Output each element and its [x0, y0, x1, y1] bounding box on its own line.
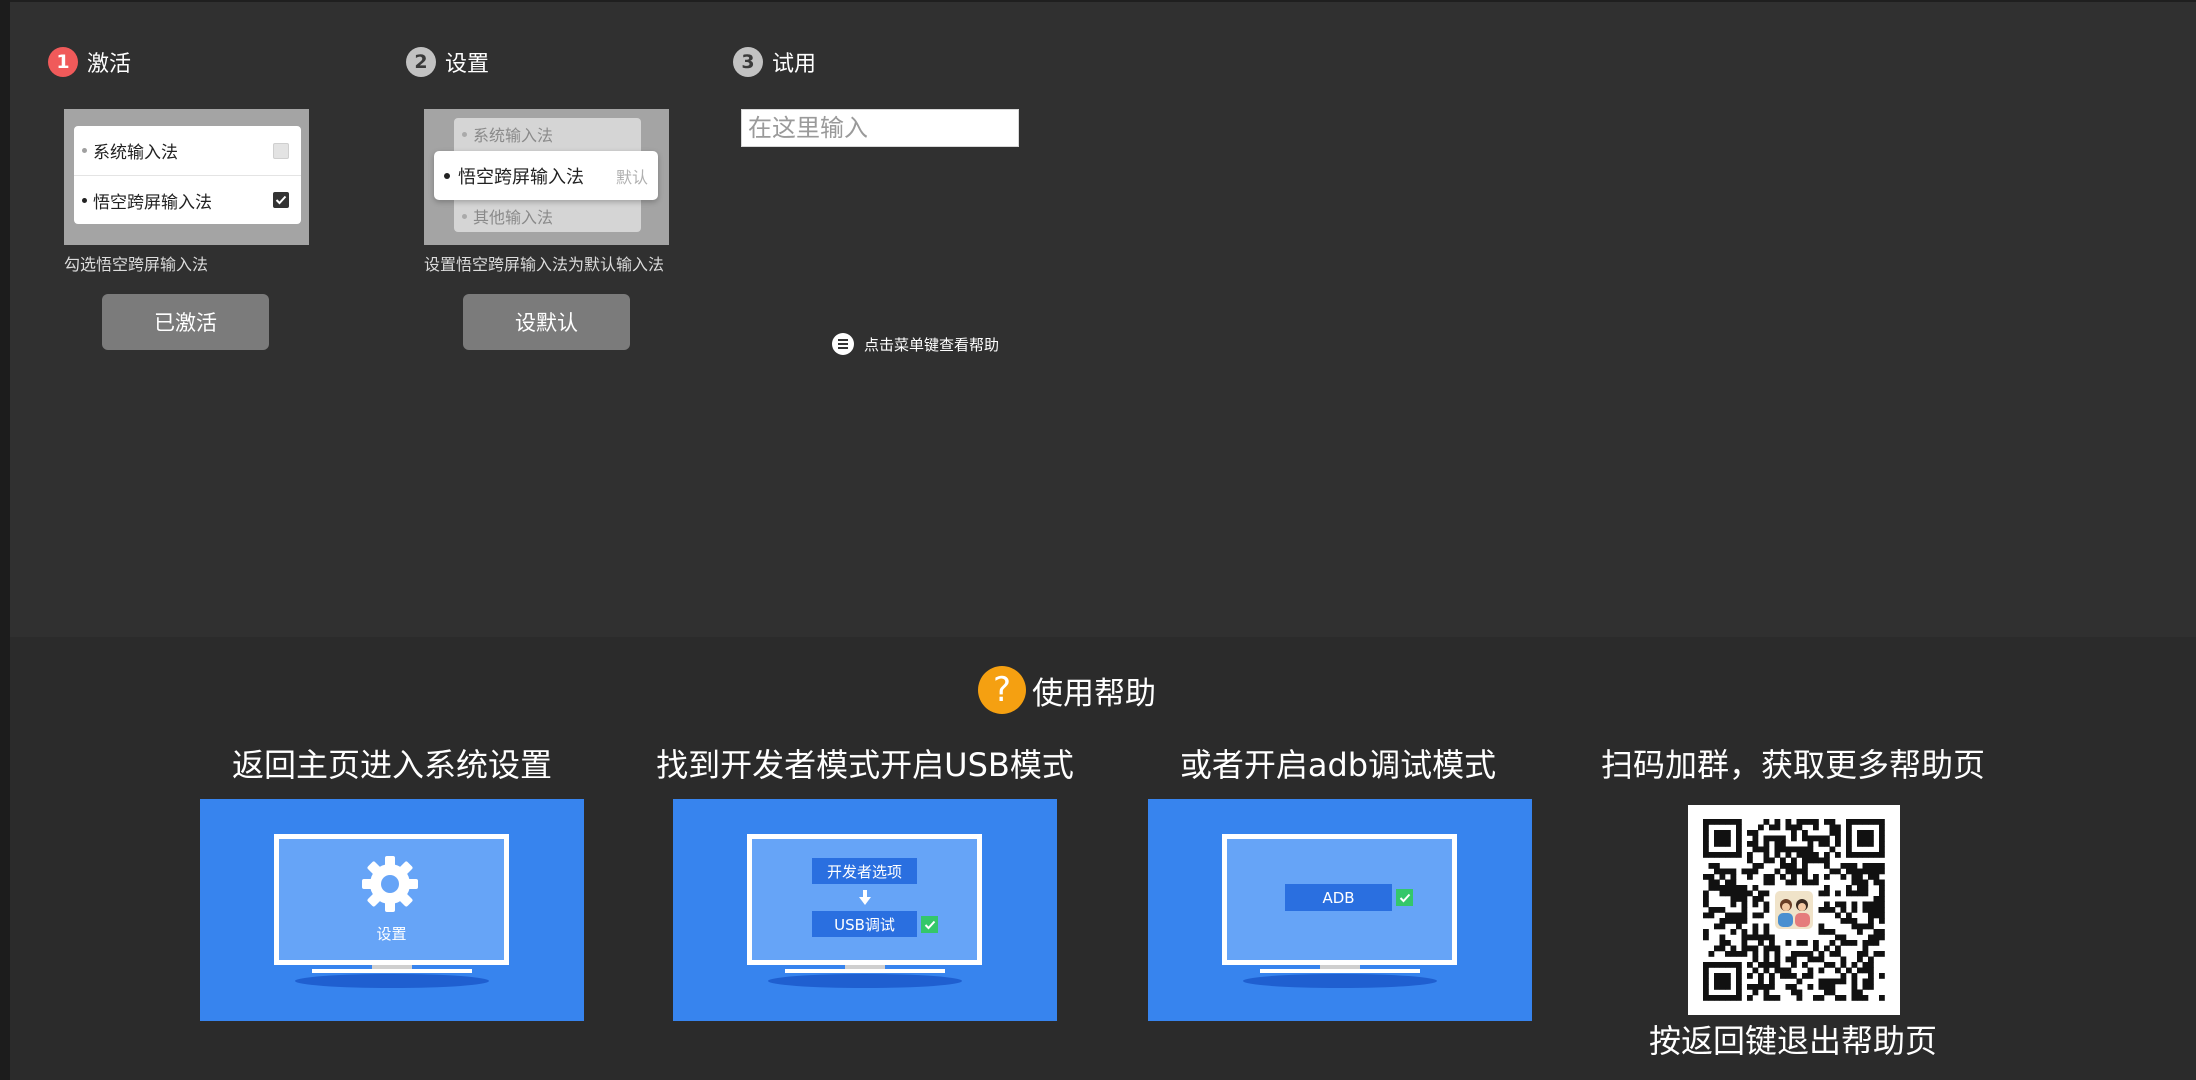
tv-shadow — [768, 974, 962, 988]
picker-item-label: 系统输入法 — [473, 126, 554, 145]
usb-debugging-box: USB调试 — [812, 911, 917, 937]
bullet-icon — [462, 131, 467, 137]
settings-illustration: 设置 — [200, 799, 584, 1021]
trial-input[interactable] — [741, 109, 1019, 147]
help-title: 使用帮助 — [1032, 675, 1156, 712]
step-2-caption: 设置悟空跨屏输入法为默认输入法 — [424, 255, 665, 274]
step-1-number-icon: 1 — [48, 47, 78, 77]
step-2-title: 设置 — [445, 52, 490, 77]
step-3-header: 3 试用 — [733, 47, 816, 77]
picker-selected-label: 悟空跨屏输入法 — [458, 166, 584, 188]
bullet-icon — [444, 172, 450, 179]
bullet-icon — [462, 213, 467, 219]
list-item-label: 系统输入法 — [93, 143, 178, 163]
bullet-icon — [82, 148, 87, 153]
adb-illustration: ADB — [1148, 799, 1532, 1021]
adb-box: ADB — [1285, 884, 1392, 911]
help-step-4-title: 扫码加群，获取更多帮助页 — [1600, 746, 1985, 784]
activated-button[interactable]: 已激活 — [102, 294, 269, 350]
help-step-3-title: 或者开启adb调试模式 — [1179, 746, 1497, 784]
developer-options-illustration: 开发者选项 USB调试 — [673, 799, 1057, 1021]
check-icon — [1396, 889, 1413, 906]
back-key-hint: 按返回键退出帮助页 — [1648, 1022, 1937, 1060]
menu-hint-text: 点击菜单键查看帮助 — [864, 335, 1000, 354]
qr-code — [1688, 805, 1900, 1015]
activate-preview-image: 系统输入法 悟空跨屏输入法 — [64, 109, 309, 245]
menu-icon — [832, 333, 854, 355]
picker-item: 系统输入法 — [462, 123, 553, 145]
gear-icon — [362, 856, 418, 912]
setup-area — [10, 0, 2196, 637]
step-3-number-icon: 3 — [733, 47, 763, 77]
developer-options-box: 开发者选项 — [812, 858, 917, 884]
input-method-list: 系统输入法 悟空跨屏输入法 — [74, 126, 301, 224]
left-edge-strip — [0, 0, 10, 1080]
step-1-header: 1 激活 — [48, 47, 131, 77]
qr-logo-icon — [1775, 891, 1813, 929]
question-icon: ? — [978, 666, 1026, 714]
bullet-icon — [82, 197, 87, 203]
tv-base — [312, 969, 472, 973]
picker-item-label: 其他输入法 — [473, 208, 554, 227]
step-3-title: 试用 — [772, 52, 817, 77]
checkbox-icon — [273, 142, 289, 159]
default-tag: 默认 — [615, 167, 648, 187]
qr-code-image — [1703, 819, 1885, 1001]
picker-selected-item: 悟空跨屏输入法 默认 — [434, 151, 658, 200]
list-item-label: 悟空跨屏输入法 — [93, 192, 212, 213]
step-1-title: 激活 — [87, 52, 132, 77]
step-2-number-icon: 2 — [406, 47, 436, 77]
list-item: 系统输入法 — [74, 126, 301, 175]
settings-label: 设置 — [376, 925, 407, 943]
set-default-button[interactable]: 设默认 — [463, 294, 630, 350]
tv-base — [785, 969, 945, 973]
step-1-caption: 勾选悟空跨屏输入法 — [64, 255, 209, 274]
check-icon — [921, 916, 938, 933]
default-preview-image: 系统输入法 其他输入法 悟空跨屏输入法 默认 — [424, 109, 669, 245]
arrow-down-icon — [859, 890, 871, 905]
picker-item: 其他输入法 — [462, 205, 553, 227]
list-item: 悟空跨屏输入法 — [74, 175, 301, 224]
help-step-1-title: 返回主页进入系统设置 — [231, 746, 552, 784]
tv-base — [1260, 969, 1420, 973]
checkbox-checked-icon — [273, 192, 289, 208]
help-step-2-title: 找到开发者模式开启USB模式 — [656, 746, 1074, 784]
tv-shadow — [1243, 974, 1437, 988]
tv-shadow — [295, 974, 489, 988]
step-2-header: 2 设置 — [406, 47, 489, 77]
